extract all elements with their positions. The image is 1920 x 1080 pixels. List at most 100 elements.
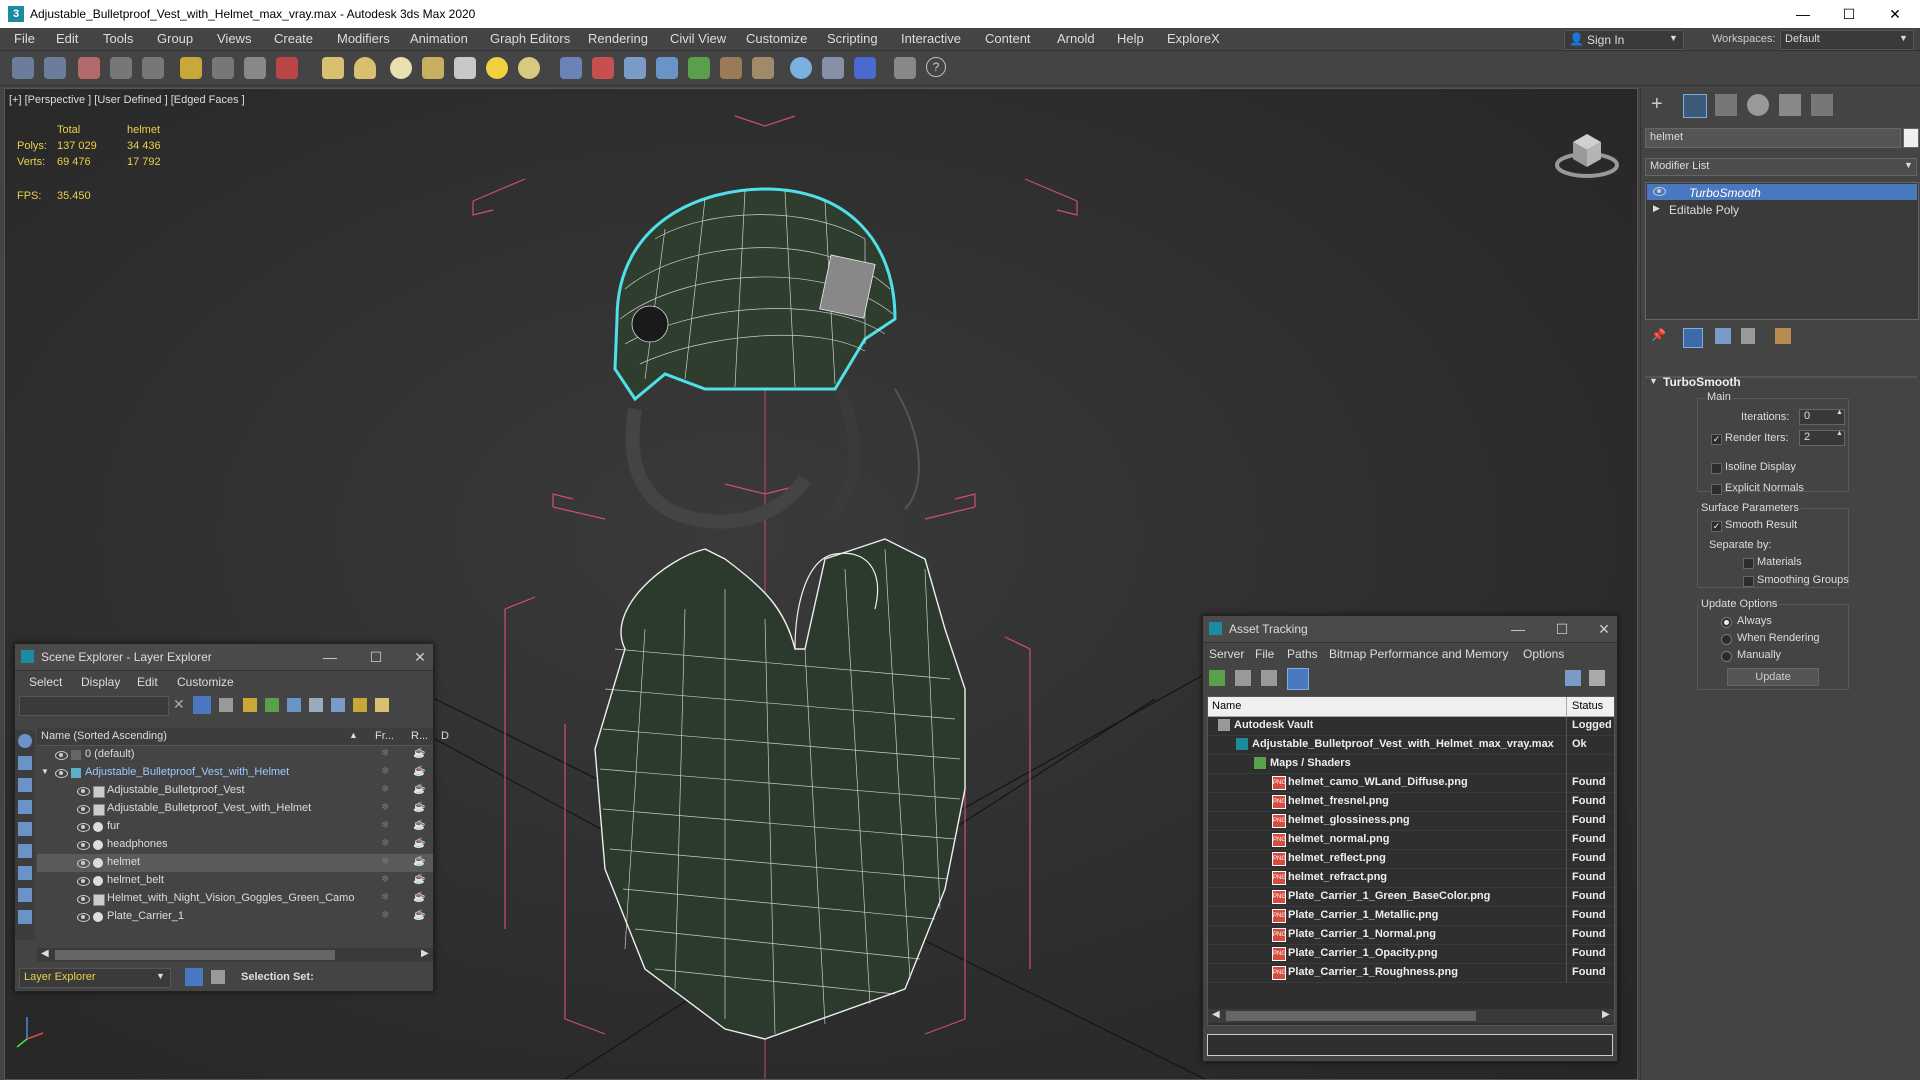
scrollbar-thumb[interactable]: [1226, 1011, 1476, 1021]
table-view-icon[interactable]: [1261, 670, 1277, 686]
menu-tools[interactable]: Tools: [103, 31, 133, 46]
freeze-icon[interactable]: ❄: [381, 766, 389, 777]
pin-stack-icon[interactable]: 📌: [1651, 328, 1667, 344]
hierarchy-tab-icon[interactable]: [1715, 94, 1737, 116]
show-end-result-icon[interactable]: [1683, 328, 1703, 348]
minimize-button[interactable]: —: [1780, 0, 1826, 28]
menu-display[interactable]: Display: [81, 675, 120, 689]
cloth-icon[interactable]: [656, 57, 678, 79]
light-filter-icon[interactable]: [18, 778, 32, 792]
update-button[interactable]: Update: [1727, 668, 1819, 686]
renderable-icon[interactable]: ☕: [413, 748, 425, 759]
cone-icon[interactable]: [454, 57, 476, 79]
utilities-tab-icon[interactable]: [1811, 94, 1833, 116]
window-crossing-icon[interactable]: [276, 57, 298, 79]
create-tab-icon[interactable]: +: [1651, 94, 1673, 116]
render-setup-icon[interactable]: [790, 57, 812, 79]
renderable-icon[interactable]: ☕: [413, 838, 425, 849]
bind-space-warp-icon[interactable]: [142, 57, 164, 79]
spacewarp-filter-icon[interactable]: [18, 844, 32, 858]
bone-filter-icon[interactable]: [18, 910, 32, 924]
smooth-result-checkbox[interactable]: ✓: [1711, 521, 1722, 532]
table-row[interactable]: PNG helmet_normal.png Found: [1208, 831, 1614, 850]
table-row[interactable]: PNG helmet_refract.png Found: [1208, 869, 1614, 888]
box-icon[interactable]: [322, 57, 344, 79]
object-color-swatch[interactable]: [1903, 128, 1919, 148]
menu-options[interactable]: Options: [1523, 647, 1564, 661]
table-row[interactable]: Maps / Shaders: [1208, 755, 1614, 774]
freeze-icon[interactable]: ❄: [381, 748, 389, 759]
table-row[interactable]: PNG helmet_glossiness.png Found: [1208, 812, 1614, 831]
eye-icon[interactable]: [77, 823, 90, 832]
render-frame-icon[interactable]: [822, 57, 844, 79]
freeze-icon[interactable]: ❄: [381, 802, 389, 813]
list-item[interactable]: headphones ❄ ☕: [37, 836, 433, 854]
freeze-icon[interactable]: ❄: [381, 874, 389, 885]
scroll-right-icon[interactable]: ▶: [421, 948, 429, 959]
list-item[interactable]: Plate_Carrier_1 ❄ ☕: [37, 908, 433, 926]
motion-tab-icon[interactable]: [1747, 94, 1769, 116]
hf-icon[interactable]: [720, 57, 742, 79]
undo-icon[interactable]: [12, 57, 34, 79]
list-view-icon[interactable]: [1235, 670, 1251, 686]
layers-icon[interactable]: [287, 698, 301, 712]
menu-arnold[interactable]: Arnold: [1057, 31, 1095, 46]
spinner-arrows-icon[interactable]: ▲: [1836, 430, 1843, 437]
column-freeze[interactable]: Fr...: [375, 730, 394, 742]
expand-arrow-icon[interactable]: ▼: [41, 767, 49, 776]
collapse-arrow-icon[interactable]: ▼: [1649, 376, 1658, 386]
particle-icon[interactable]: [560, 57, 582, 79]
column-render[interactable]: R...: [411, 730, 428, 742]
freeze-icon[interactable]: ❄: [381, 892, 389, 903]
render-iters-checkbox[interactable]: ✓: [1711, 434, 1722, 445]
camera-filter-icon[interactable]: [18, 800, 32, 814]
close-button[interactable]: ✕: [1589, 619, 1619, 639]
shape-filter-icon[interactable]: [18, 756, 32, 770]
freeze-icon[interactable]: ❄: [381, 910, 389, 921]
menu-interactive[interactable]: Interactive: [901, 31, 961, 46]
list-item[interactable]: ▼ Adjustable_Bulletproof_Vest_with_Helmet…: [37, 764, 433, 782]
renderable-icon[interactable]: ☕: [413, 856, 425, 867]
menu-civil-view[interactable]: Civil View: [670, 31, 726, 46]
menu-customize[interactable]: Customize: [746, 31, 807, 46]
maximize-button[interactable]: ☐: [1547, 619, 1577, 639]
eye-icon[interactable]: [77, 895, 90, 904]
close-button[interactable]: ✕: [405, 647, 435, 667]
spinner-arrows-icon[interactable]: ▲: [1836, 409, 1843, 416]
minimize-button[interactable]: —: [1503, 619, 1533, 639]
eye-icon[interactable]: [77, 877, 90, 886]
menu-scripting[interactable]: Scripting: [827, 31, 878, 46]
menu-views[interactable]: Views: [217, 31, 251, 46]
sort-icon[interactable]: [331, 698, 345, 712]
physics-icon[interactable]: [624, 57, 646, 79]
eye-icon[interactable]: [1653, 187, 1666, 196]
scroll-left-icon[interactable]: ◀: [1212, 1009, 1220, 1020]
teapot-icon[interactable]: [422, 57, 444, 79]
explicit-normals-checkbox[interactable]: [1711, 484, 1722, 495]
eye-icon[interactable]: [77, 859, 90, 868]
explorer-type-dropdown[interactable]: Layer Explorer ▼: [19, 968, 171, 988]
settings-icon[interactable]: [375, 698, 389, 712]
scrollbar-thumb[interactable]: [55, 950, 335, 960]
helper-filter-icon[interactable]: [18, 822, 32, 836]
table-row[interactable]: PNG helmet_fresnel.png Found: [1208, 793, 1614, 812]
materials-checkbox[interactable]: [1743, 558, 1754, 569]
table-row[interactable]: PNG Plate_Carrier_1_Roughness.png Found: [1208, 964, 1614, 983]
configure-sets-icon[interactable]: [1775, 328, 1791, 344]
menu-bitmap-performance[interactable]: Bitmap Performance and Memory: [1329, 647, 1508, 661]
eye-icon[interactable]: [55, 751, 68, 760]
menu-rendering[interactable]: Rendering: [588, 31, 648, 46]
scroll-left-icon[interactable]: ◀: [41, 948, 49, 959]
select-object-icon[interactable]: [180, 57, 202, 79]
table-row[interactable]: PNG Plate_Carrier_1_Metallic.png Found: [1208, 907, 1614, 926]
layout-icon[interactable]: [894, 57, 916, 79]
turbosmooth-rollout-title[interactable]: TurboSmooth: [1663, 375, 1741, 389]
iterations-spinner[interactable]: 0 ▲: [1799, 409, 1845, 425]
list-item[interactable]: helmet ❄ ☕: [37, 854, 433, 872]
sun-icon[interactable]: [518, 57, 540, 79]
expand-arrow-icon[interactable]: ▶: [1653, 203, 1660, 214]
stack-item-turbosmooth[interactable]: TurboSmooth: [1647, 184, 1917, 200]
dynamics-icon[interactable]: [592, 57, 614, 79]
renderable-icon[interactable]: ☕: [413, 820, 425, 831]
menu-help[interactable]: Help: [1117, 31, 1144, 46]
